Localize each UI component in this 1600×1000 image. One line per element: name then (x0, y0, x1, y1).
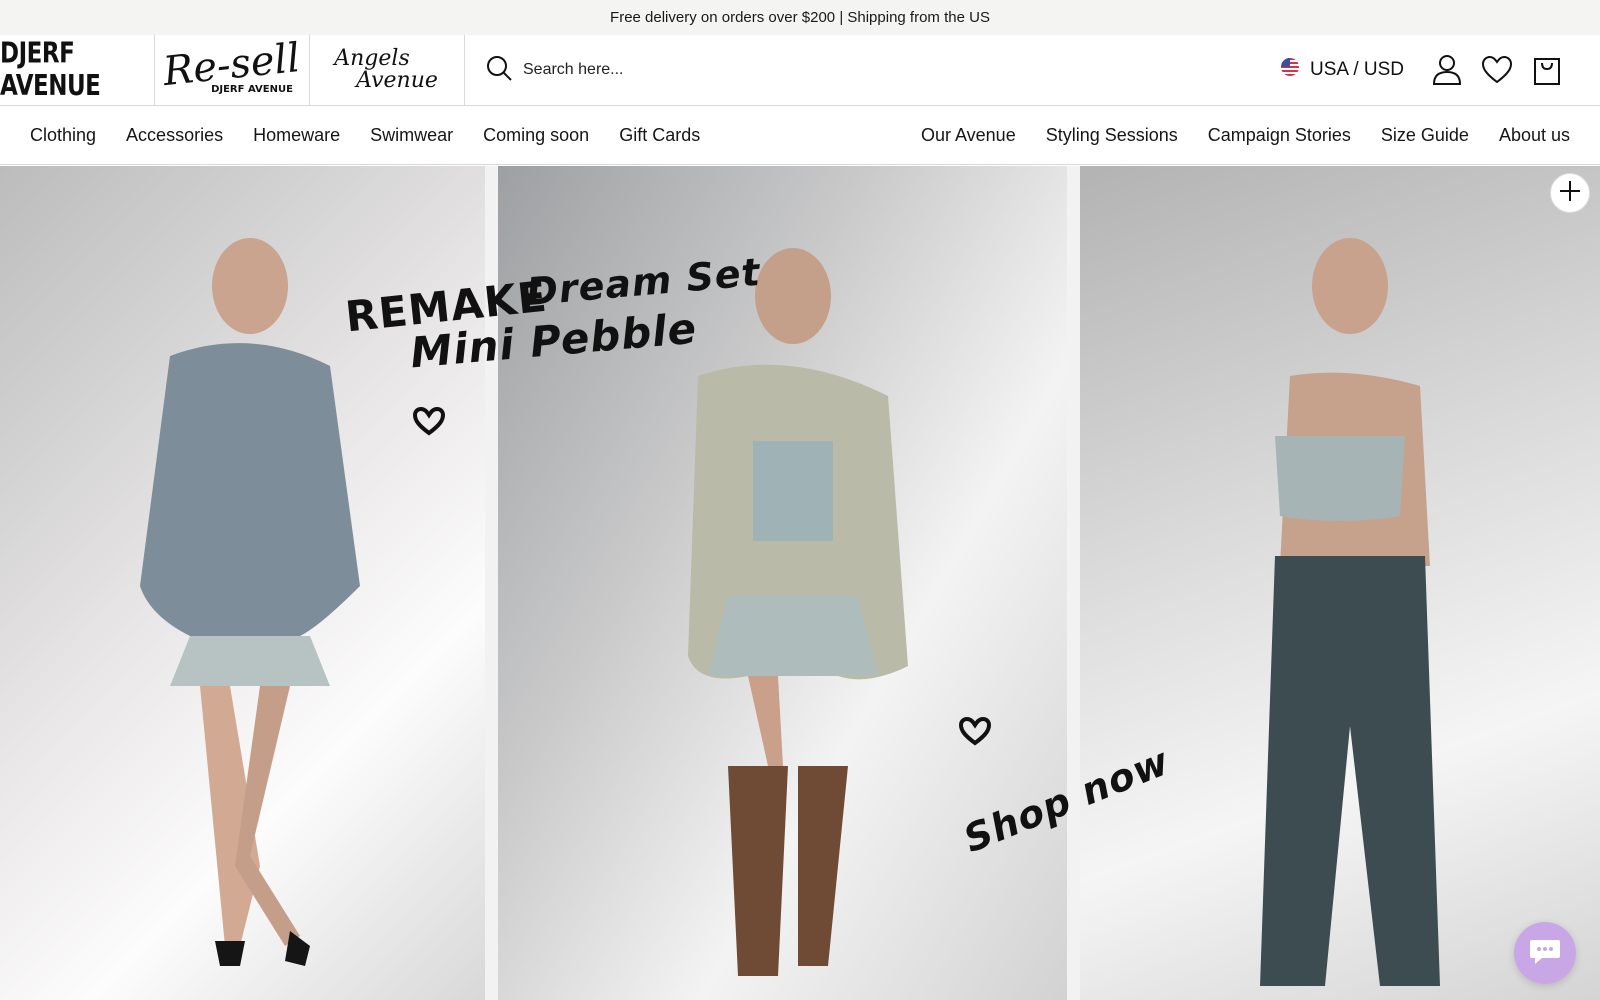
nav-item-our-avenue[interactable]: Our Avenue (921, 125, 1016, 146)
nav-left-group: Clothing Accessories Homeware Swimwear C… (30, 125, 700, 146)
hero-photo-right (1080, 166, 1600, 1000)
header-actions: USA / USD (1280, 35, 1600, 105)
resell-logo-link[interactable]: Re-sell DJERF AVENUE (155, 35, 310, 105)
search-icon[interactable] (485, 54, 513, 87)
nav-item-about-us[interactable]: About us (1499, 125, 1570, 146)
us-flag-icon (1280, 57, 1300, 83)
nav-item-accessories[interactable]: Accessories (126, 125, 223, 146)
locale-selector[interactable]: USA / USD (1280, 57, 1404, 83)
djerf-avenue-logo: DJERF AVENUE (0, 37, 101, 103)
angels-avenue-logo-link[interactable]: Angels Avenue (310, 35, 465, 105)
wishlist-heart-icon[interactable] (1472, 45, 1522, 95)
announcement-bar: Free delivery on orders over $200 | Ship… (0, 0, 1600, 35)
angels-line-1: Angels (334, 46, 410, 71)
heart-doodle-icon (412, 406, 446, 441)
cart-bag-icon[interactable] (1522, 45, 1572, 95)
expand-plus-button[interactable] (1550, 173, 1590, 213)
search-bar (465, 35, 1280, 105)
plus-icon (1559, 180, 1581, 207)
nav-item-campaign-stories[interactable]: Campaign Stories (1208, 125, 1351, 146)
account-icon[interactable] (1422, 45, 1472, 95)
heart-doodle-icon (958, 716, 992, 751)
chat-support-button[interactable] (1514, 922, 1576, 984)
nav-item-clothing[interactable]: Clothing (30, 125, 96, 146)
nav-right-group: Our Avenue Styling Sessions Campaign Sto… (921, 125, 1570, 146)
locale-label: USA / USD (1310, 59, 1404, 80)
nav-item-size-guide[interactable]: Size Guide (1381, 125, 1469, 146)
announcement-text: Free delivery on orders over $200 | Ship… (610, 9, 990, 26)
nav-item-swimwear[interactable]: Swimwear (370, 125, 453, 146)
main-navigation: Clothing Accessories Homeware Swimwear C… (0, 106, 1600, 165)
djerf-avenue-logo-link[interactable]: DJERF AVENUE (0, 35, 155, 105)
resell-logo: Re-sell DJERF AVENUE (161, 35, 302, 95)
nav-item-coming-soon[interactable]: Coming soon (483, 125, 589, 146)
nav-item-homeware[interactable]: Homeware (253, 125, 340, 146)
hero-banner[interactable]: REMAKE Dream Set Mini Pebble Shop now (0, 166, 1600, 1000)
angels-avenue-logo: Angels Avenue (334, 48, 440, 92)
site-header: DJERF AVENUE Re-sell DJERF AVENUE Angels… (0, 35, 1600, 106)
search-input[interactable] (523, 61, 923, 79)
nav-item-styling-sessions[interactable]: Styling Sessions (1046, 125, 1178, 146)
nav-item-gift-cards[interactable]: Gift Cards (619, 125, 700, 146)
model-silhouette-right (1260, 238, 1440, 986)
chat-bubble-icon (1528, 936, 1562, 971)
angels-line-2: Avenue (356, 68, 438, 93)
